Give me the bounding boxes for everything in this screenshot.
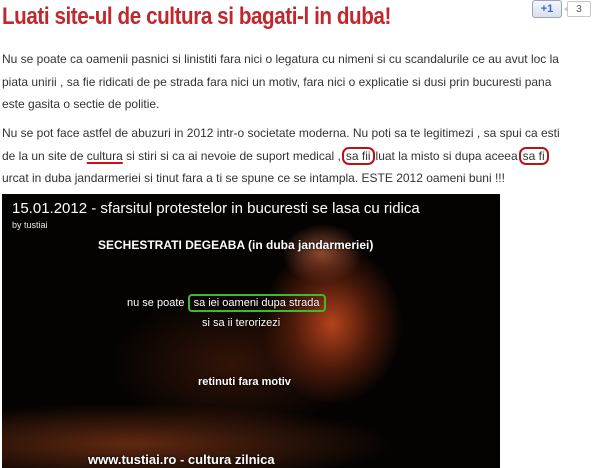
- overlay-2-prefix: nu se poate: [127, 297, 185, 309]
- cultura-link[interactable]: cultura: [87, 149, 123, 163]
- video-title[interactable]: 15.01.2012 - sfarsitul protestelor in bu…: [12, 200, 420, 217]
- video-watermark: www.tustiai.ro - cultura zilnica: [88, 452, 275, 467]
- google-plus-widget: +1 3: [532, 0, 591, 18]
- paragraph-2-line-3: urcat in duba jandarmeriei si tinut fara…: [2, 171, 505, 185]
- paragraph-1-line-3: este gasita o sectie de politie.: [2, 97, 160, 111]
- highlight-circle-1: sa fii: [341, 146, 375, 165]
- overlay-2-highlight: sa iei oameni dupa strada: [187, 294, 326, 312]
- video-overlay-text-4: retinuti fara motiv: [198, 376, 291, 388]
- paragraph-2-line-2b: si stiri si ca ai nevoie de suport medic…: [122, 148, 341, 163]
- paragraph-1-line-2: piata unirii , sa fie ridicati de pe str…: [2, 74, 552, 89]
- paragraph-2-line-2a: de la un site de: [2, 148, 87, 163]
- post-paragraph-2: Nu se pot face astfel de abuzuri in 2012…: [2, 122, 560, 190]
- video-frame: [2, 194, 500, 468]
- video-overlay-text-2: nu se poate sa iei oameni dupa strada: [127, 294, 326, 312]
- post-paragraph-1: Nu se poate ca oamenii pasnici si linist…: [2, 48, 559, 116]
- paragraph-2-line-2c: luat la misto si dupa aceea: [375, 148, 518, 163]
- google-plus-one-button[interactable]: +1: [532, 0, 562, 18]
- post-title[interactable]: Luati site-ul de cultura si bagati-l in …: [2, 3, 391, 31]
- video-overlay-text-1: SECHESTRATI DEGEABA (in duba jandarmerie…: [98, 238, 374, 252]
- video-byline[interactable]: by tustiai: [12, 220, 48, 230]
- embedded-video-player[interactable]: 15.01.2012 - sfarsitul protestelor in bu…: [2, 194, 500, 468]
- highlight-circle-2: sa fi: [518, 146, 549, 165]
- paragraph-1-line-1: Nu se poate ca oamenii pasnici si linist…: [2, 52, 559, 66]
- paragraph-2-line-1: Nu se pot face astfel de abuzuri in 2012…: [2, 126, 560, 140]
- plus-one-count: 3: [564, 1, 591, 17]
- video-overlay-text-3: si sa ii terorizezi: [202, 317, 281, 329]
